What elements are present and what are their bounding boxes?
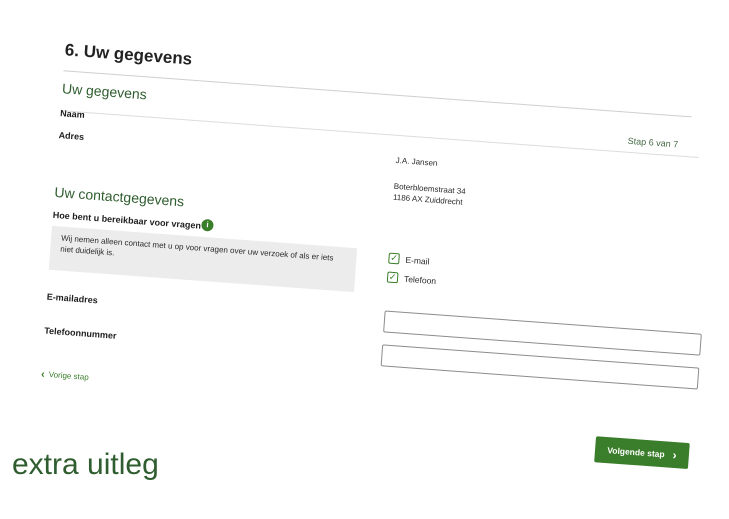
checkbox-row-email[interactable]: ✓ E-mail [388, 252, 430, 267]
next-step-button[interactable]: Volgende stap › [594, 436, 690, 470]
previous-step-link[interactable]: ‹ Vorige stap [40, 367, 90, 382]
section-heading-contactgegevens: Uw contactgegevens [53, 183, 185, 210]
chevron-left-icon: ‹ [40, 367, 46, 381]
info-box: Wij nemen alleen contact met u op voor v… [48, 225, 358, 293]
checkbox-telefoon[interactable]: ✓ [386, 271, 399, 284]
next-step-label: Volgende stap [606, 445, 666, 460]
checkbox-telefoon-label: Telefoon [403, 273, 437, 286]
step-indicator: Stap 6 van 7 [627, 135, 679, 150]
previous-step-label: Vorige stap [48, 370, 90, 382]
phone-label: Telefoonnummer [43, 325, 117, 341]
email-label: E-mailadres [46, 291, 99, 306]
checkbox-email[interactable]: ✓ [388, 252, 400, 265]
form-card: 6. Uw gegevens Uw gegevens Stap 6 van 7 … [3, 34, 708, 502]
page-title: 6. Uw gegevens [64, 40, 193, 69]
chevron-right-icon: › [672, 447, 678, 463]
checkbox-email-label: E-mail [405, 254, 430, 267]
caption-text: extra uitleg [12, 448, 159, 481]
info-icon[interactable]: i [201, 218, 214, 232]
section-divider [60, 110, 699, 159]
screenshot-stage: 6. Uw gegevens Uw gegevens Stap 6 van 7 … [0, 0, 729, 519]
checkbox-row-telefoon[interactable]: ✓ Telefoon [386, 271, 437, 287]
name-label: Naam [59, 108, 86, 120]
title-divider [63, 70, 692, 118]
name-value: J.A. Jansen [395, 155, 438, 168]
address-label: Adres [58, 130, 85, 142]
section-heading-uw-gegevens: Uw gegevens [61, 80, 148, 103]
